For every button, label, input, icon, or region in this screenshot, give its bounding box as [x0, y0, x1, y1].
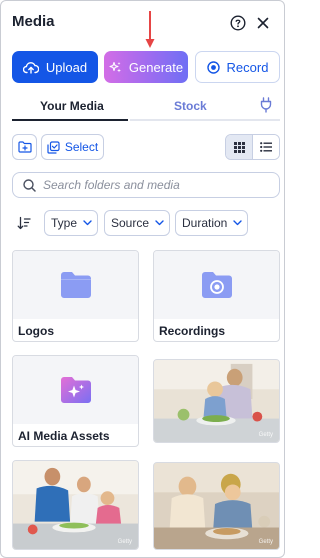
- list-view-button[interactable]: [252, 135, 279, 159]
- tab-divider: [130, 119, 280, 121]
- tab-your-media[interactable]: Your Media: [40, 99, 104, 113]
- folder-card-logos[interactable]: Logos: [12, 250, 139, 342]
- folder-card-recordings[interactable]: Recordings: [153, 250, 280, 342]
- sparkle-icon: [109, 61, 122, 74]
- media-photo-card[interactable]: Getty: [153, 462, 280, 550]
- new-folder-button[interactable]: [12, 134, 37, 160]
- ai-folder-icon: [60, 377, 91, 403]
- photo-watermark: Getty: [258, 432, 273, 438]
- tab-stock[interactable]: Stock: [174, 99, 207, 113]
- kids-baking-photo-thumbnail: [154, 463, 279, 549]
- folder-label: AI Media Assets: [18, 429, 110, 443]
- media-tabs: Your Media Stock: [12, 95, 280, 121]
- generate-button[interactable]: Generate: [104, 51, 188, 83]
- plug-icon[interactable]: [259, 97, 273, 113]
- search-icon: [23, 179, 36, 192]
- source-filter-dropdown[interactable]: Source: [104, 210, 170, 236]
- type-filter-label: Type: [51, 216, 78, 230]
- sort-icon[interactable]: [17, 216, 31, 230]
- source-filter-label: Source: [111, 216, 150, 230]
- help-icon[interactable]: [230, 15, 246, 31]
- grid-view-button[interactable]: [226, 135, 253, 159]
- close-icon[interactable]: [256, 16, 270, 30]
- chevron-down-icon: [83, 220, 92, 226]
- multi-select-icon: [47, 140, 60, 154]
- record-icon: [206, 60, 220, 74]
- select-label: Select: [64, 140, 99, 154]
- search-box: [12, 172, 280, 198]
- record-label: Record: [226, 59, 269, 75]
- upload-button[interactable]: Upload: [12, 51, 98, 83]
- folder-thumbnail: [154, 251, 279, 319]
- media-photo-card[interactable]: Getty: [12, 460, 139, 550]
- panel-header: Media: [12, 13, 274, 35]
- recording-folder-icon: [201, 272, 232, 298]
- cloud-upload-icon: [22, 61, 39, 74]
- upload-label: Upload: [45, 59, 88, 75]
- folder-thumbnail: [13, 356, 138, 424]
- folder-label: Logos: [18, 324, 54, 338]
- search-input[interactable]: [43, 176, 273, 194]
- folder-icon: [60, 272, 91, 298]
- type-filter-dropdown[interactable]: Type: [44, 210, 98, 236]
- folder-card-ai-media-assets[interactable]: AI Media Assets: [12, 355, 139, 447]
- folder-label: Recordings: [159, 324, 226, 338]
- family-kitchen-photo-thumbnail: [13, 461, 138, 549]
- active-tab-indicator: [12, 119, 128, 121]
- duration-filter-label: Duration: [182, 216, 228, 230]
- folder-thumbnail: [13, 251, 138, 319]
- grid-icon: [233, 141, 245, 153]
- photo-watermark: Getty: [117, 539, 132, 545]
- media-photo-card[interactable]: Getty: [153, 359, 280, 443]
- panel-title: Media: [12, 13, 55, 30]
- record-button[interactable]: Record: [195, 51, 280, 83]
- add-folder-icon: [17, 141, 32, 153]
- select-button[interactable]: Select: [41, 134, 104, 160]
- photo-watermark: Getty: [258, 539, 273, 545]
- chevron-down-icon: [155, 220, 164, 226]
- chevron-down-icon: [233, 220, 243, 226]
- view-toggle: [225, 134, 280, 160]
- kitchen-photo-thumbnail: [154, 360, 279, 442]
- generate-label: Generate: [128, 59, 184, 75]
- duration-filter-dropdown[interactable]: Duration: [175, 210, 248, 236]
- annotation-arrow-icon: [145, 11, 155, 48]
- list-icon: [260, 142, 273, 152]
- media-panel: Media Upload Generate Record Your Media …: [0, 0, 285, 558]
